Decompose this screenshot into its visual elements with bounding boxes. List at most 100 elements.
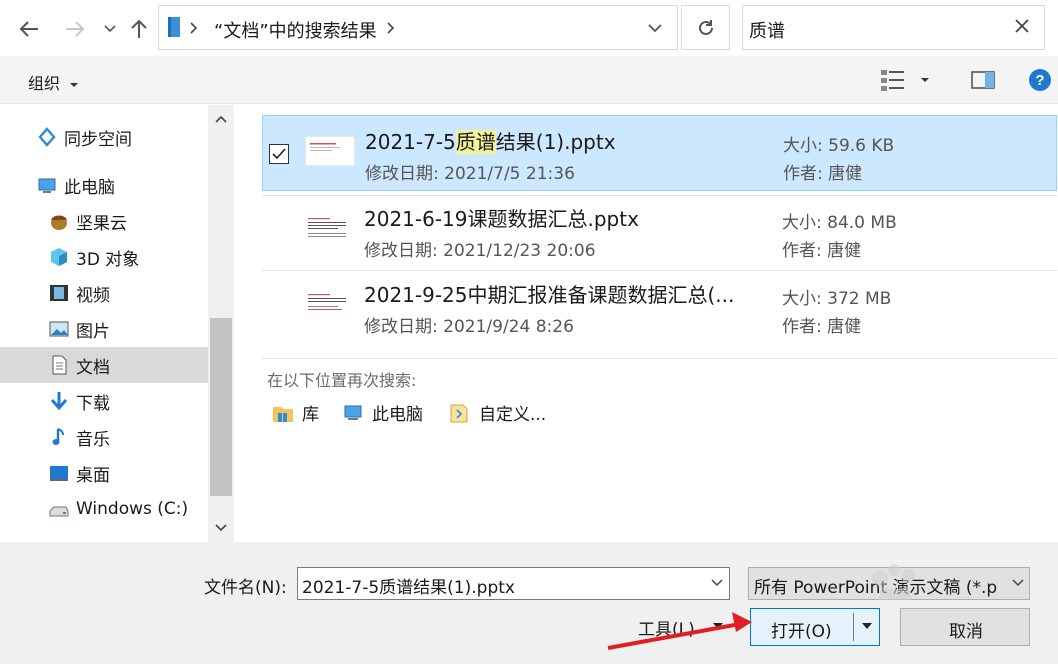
file-author: 作者: 唐健 [782, 236, 861, 261]
download-icon [50, 392, 68, 411]
file-name-part: 结果(1).pptx [495, 130, 616, 154]
view-controls: ? [880, 68, 1052, 92]
file-list: 2021-7-5质谱结果(1).pptx 修改日期: 2021/7/5 21:3… [240, 105, 1058, 542]
command-bar: 组织 ? [0, 56, 1058, 104]
search-term-highlight: 质谱 [455, 130, 496, 154]
file-size: 大小: 372 MB [782, 284, 891, 309]
organize-menu[interactable]: 组织 [28, 70, 79, 94]
search-again-this-pc[interactable]: 此电脑 [342, 400, 423, 425]
breadcrumb-search-results[interactable]: “文档”中的搜索结果 [214, 17, 377, 43]
music-icon [52, 428, 64, 445]
row-checkbox[interactable] [269, 144, 289, 164]
sidebar-item-label: Windows (C:) [76, 499, 189, 519]
forward-button[interactable] [60, 14, 90, 44]
refresh-button[interactable] [681, 5, 730, 50]
filename-field[interactable]: 2021-7-5质谱结果(1).pptx [297, 567, 730, 600]
location-label: 库 [302, 405, 319, 425]
file-name: 2021-9-25中期汇报准备课题数据汇总(... [364, 279, 734, 308]
desktop-icon [50, 466, 68, 481]
location-label: 自定义... [479, 405, 547, 425]
date-label: 修改日期: [364, 241, 438, 261]
file-size: 大小: 59.6 KB [783, 131, 894, 156]
document-icon [52, 355, 67, 375]
author-label: 作者: [782, 317, 822, 337]
sidebar-item-desktop[interactable]: 桌面 [0, 455, 208, 491]
filename-value[interactable]: 2021-7-5质谱结果(1).pptx [302, 573, 515, 598]
file-row[interactable]: 2021-9-25中期汇报准备课题数据汇总(... 修改日期: 2021/9/2… [262, 269, 1057, 345]
cancel-button-label: 取消 [949, 622, 983, 642]
sidebar-item-label: 图片 [76, 321, 110, 342]
row-divider [262, 358, 1057, 359]
sidebar-item-downloads[interactable]: 下载 [0, 383, 208, 419]
author-value: 唐健 [827, 241, 862, 261]
help-icon[interactable]: ? [1028, 68, 1052, 92]
view-details-icon[interactable] [880, 68, 906, 92]
file-name: 2021-7-5质谱结果(1).pptx [365, 126, 616, 155]
search-again-library[interactable]: 库 [272, 400, 319, 425]
date-value: 2021/7/5 21:36 [444, 164, 575, 184]
back-arrow-icon [19, 21, 38, 37]
library-icon [273, 406, 293, 422]
file-modified-date: 修改日期: 2021/12/23 20:06 [364, 236, 596, 261]
file-author: 作者: 唐健 [782, 312, 861, 337]
computer-icon [344, 405, 362, 420]
chevron-down-icon [1012, 579, 1024, 587]
size-value: 372 MB [827, 289, 892, 309]
navigation-bar: “文档”中的搜索结果 质谱 [0, 0, 1058, 56]
navigation-pane: 同步空间 此电脑 坚果云 3D 对象 视频 图片 文档 下载 音乐 桌面 Win… [0, 105, 208, 542]
size-value: 59.6 KB [828, 136, 895, 156]
3d-objects-icon [51, 248, 67, 266]
sidebar-item-label: 坚果云 [76, 213, 127, 234]
address-bar[interactable]: “文档”中的搜索结果 [158, 5, 678, 50]
sidebar-item-label: 文档 [76, 357, 110, 378]
nut-cloud-icon [51, 215, 67, 230]
sidebar-item-nut-cloud[interactable]: 坚果云 [0, 203, 208, 239]
library-folder-icon [168, 17, 180, 37]
date-label: 修改日期: [364, 317, 438, 337]
sidebar-item-label: 同步空间 [64, 129, 132, 150]
sidebar-item-documents[interactable]: 文档 [0, 347, 208, 383]
close-icon[interactable] [1013, 17, 1031, 35]
file-row[interactable]: 2021-6-19课题数据汇总.pptx 修改日期: 2021/12/23 20… [262, 193, 1057, 269]
up-arrow-icon [131, 19, 147, 38]
size-value: 84.0 MB [827, 213, 897, 233]
date-value: 2021/12/23 20:06 [443, 241, 596, 261]
sidebar-item-label: 下载 [76, 393, 110, 414]
file-name: 2021-6-19课题数据汇总.pptx [364, 203, 639, 232]
breadcrumb-separator-icon[interactable] [384, 16, 396, 40]
caret-down-icon[interactable] [861, 622, 873, 630]
sidebar-item-sync-space[interactable]: 同步空间 [0, 119, 208, 155]
chevron-down-icon[interactable] [710, 576, 724, 590]
breadcrumb-separator-icon [190, 22, 198, 34]
date-value: 2021/9/24 8:26 [443, 317, 574, 337]
recent-locations-button[interactable] [95, 14, 125, 44]
search-again-custom[interactable]: 自定义... [449, 400, 546, 425]
preview-pane-icon[interactable] [971, 70, 995, 90]
sidebar-item-label: 3D 对象 [76, 249, 140, 270]
sidebar-item-3d-objects[interactable]: 3D 对象 [0, 239, 208, 275]
author-label: 作者: [782, 241, 822, 261]
sidebar-scrollbar-thumb[interactable] [210, 318, 232, 496]
search-input[interactable]: 质谱 [749, 17, 785, 43]
sidebar-item-pictures[interactable]: 图片 [0, 311, 208, 347]
view-options-dropdown-icon[interactable] [919, 76, 931, 84]
file-name-part: 2021-6-19课题数据汇总.pptx [364, 207, 639, 231]
sidebar-item-music[interactable]: 音乐 [0, 419, 208, 455]
sidebar-item-this-pc[interactable]: 此电脑 [0, 167, 208, 203]
size-label: 大小: [782, 289, 822, 309]
scroll-up-icon[interactable] [215, 115, 227, 123]
back-button[interactable] [14, 14, 44, 44]
sidebar-item-label: 桌面 [76, 465, 110, 486]
scroll-down-icon[interactable] [215, 524, 227, 532]
up-button[interactable] [124, 14, 154, 44]
file-size: 大小: 84.0 MB [782, 208, 897, 233]
organize-label: 组织 [28, 74, 61, 93]
picture-icon [49, 321, 69, 337]
file-row[interactable]: 2021-7-5质谱结果(1).pptx 修改日期: 2021/7/5 21:3… [262, 115, 1057, 191]
search-box[interactable]: 质谱 [742, 5, 1045, 50]
address-dropdown-icon[interactable] [647, 18, 663, 38]
sidebar-item-videos[interactable]: 视频 [0, 275, 208, 311]
sidebar-item-windows-c[interactable]: Windows (C:) [0, 491, 208, 527]
watermark-logo-icon [872, 564, 915, 600]
refresh-icon [698, 19, 713, 35]
